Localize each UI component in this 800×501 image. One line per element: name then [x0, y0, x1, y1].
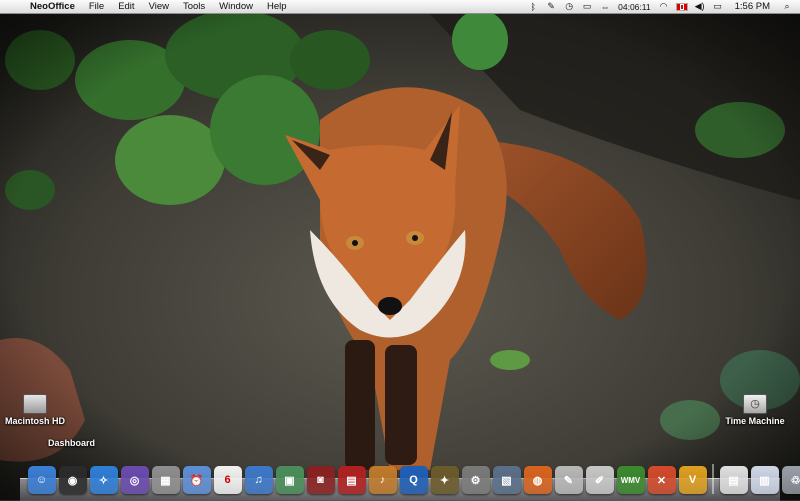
- dock-ical-icon[interactable]: 6: [214, 466, 242, 494]
- wifi-icon[interactable]: ◠: [657, 1, 671, 12]
- battery-icon[interactable]: ▭: [711, 1, 725, 12]
- dock-photo-booth-icon[interactable]: ◙: [307, 466, 335, 494]
- flag-icon[interactable]: [675, 1, 689, 12]
- menu-clock[interactable]: 1:56 PM: [727, 1, 778, 12]
- hard-drive-icon: [23, 394, 47, 414]
- time-machine-desktop-icon[interactable]: ◷ Time Machine: [722, 394, 788, 426]
- timer-icon[interactable]: ⇔: [598, 1, 612, 12]
- dock-calculator-icon[interactable]: ▦: [152, 466, 180, 494]
- dashboard-tooltip: Dashboard: [48, 438, 95, 448]
- dock-safari-icon[interactable]: ✧: [90, 466, 118, 494]
- timer-readout[interactable]: 04:06:11: [614, 2, 654, 12]
- dock-dashboard-icon[interactable]: ◉: [59, 466, 87, 494]
- dock-wmv-player-icon[interactable]: WMV: [617, 466, 645, 494]
- menu-view[interactable]: View: [142, 0, 176, 14]
- dock-script-editor-icon[interactable]: ✎: [555, 466, 583, 494]
- dock-itunes-cd-icon[interactable]: ◎: [121, 466, 149, 494]
- volume-icon[interactable]: ◀): [693, 1, 707, 12]
- dock-firefox-icon[interactable]: ◍: [524, 466, 552, 494]
- dock-separator: [712, 464, 714, 494]
- menu-window[interactable]: Window: [212, 0, 260, 14]
- macintosh-hd-icon[interactable]: Macintosh HD: [2, 394, 68, 426]
- dock-documents-stack-icon[interactable]: ▤: [720, 466, 748, 494]
- dock-preview-icon[interactable]: ▧: [493, 466, 521, 494]
- dock-vlc-app-icon[interactable]: V: [679, 466, 707, 494]
- dock-itunes-icon[interactable]: ♫: [245, 466, 273, 494]
- menu-extras: ᛒ ✎ ◷ ▭ ⇔ 04:06:11 ◠ ◀) ▭ 1:56 PM ⌕: [524, 0, 800, 14]
- dock-downloads-stack-icon[interactable]: ▥: [751, 466, 779, 494]
- time-machine-label: Time Machine: [722, 416, 788, 426]
- dock-alarm-clock-icon[interactable]: ⏰: [183, 466, 211, 494]
- macintosh-hd-label: Macintosh HD: [2, 416, 68, 426]
- menu-tools[interactable]: Tools: [176, 0, 212, 14]
- dock: ☺◉✧◎▦⏰6♫▣◙▤♪Q✦⚙▧◍✎✐WMV✕V▤▥♲: [26, 458, 800, 494]
- menu-edit[interactable]: Edit: [111, 0, 141, 14]
- menu-help[interactable]: Help: [260, 0, 294, 14]
- dock-textedit-icon[interactable]: ✐: [586, 466, 614, 494]
- desktop-wallpaper: [0, 0, 800, 500]
- spotlight-icon[interactable]: ⌕: [780, 1, 794, 12]
- dock-crossover-icon[interactable]: ✕: [648, 466, 676, 494]
- dock-trash-icon[interactable]: ♲: [782, 466, 800, 494]
- dock-iphoto-icon[interactable]: ▣: [276, 466, 304, 494]
- bluetooth-icon[interactable]: ᛒ: [526, 1, 540, 12]
- dock-finder-icon[interactable]: ☺: [28, 466, 56, 494]
- dock-quicktime-icon[interactable]: Q: [400, 466, 428, 494]
- menu-file[interactable]: File: [82, 0, 111, 14]
- display-icon[interactable]: ▭: [580, 1, 594, 12]
- dock-star-app-icon[interactable]: ✦: [431, 466, 459, 494]
- script-icon[interactable]: ✎: [544, 1, 558, 12]
- menu-bar: NeoOffice File Edit View Tools Window He…: [0, 0, 800, 14]
- dock-system-preferences-icon[interactable]: ⚙: [462, 466, 490, 494]
- dock-garageband-icon[interactable]: ♪: [369, 466, 397, 494]
- dashboard-label: Dashboard: [48, 438, 95, 448]
- app-menu[interactable]: NeoOffice: [26, 0, 82, 14]
- time-machine-menu-icon[interactable]: ◷: [562, 1, 576, 12]
- time-machine-drive-icon: ◷: [743, 394, 767, 414]
- dock-front-row-icon[interactable]: ▤: [338, 466, 366, 494]
